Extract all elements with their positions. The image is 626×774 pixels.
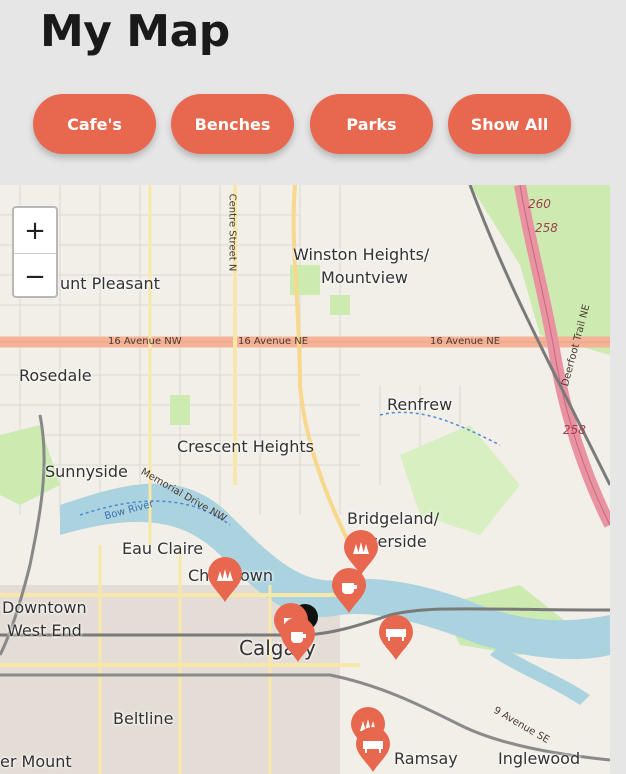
marker-bench[interactable] [377, 615, 415, 661]
parks-filter-button[interactable]: Parks [310, 94, 433, 154]
map-label: Downtown [2, 598, 87, 617]
road-label: 16 Avenue NE [238, 336, 309, 347]
zoom-control: + − [12, 206, 58, 298]
map-label: Rosedale [19, 366, 92, 385]
marker-cafe[interactable] [279, 617, 317, 663]
page-title: My Map [40, 6, 230, 57]
road-label: Centre Street N [226, 193, 238, 272]
map-label: er Mount [0, 752, 72, 771]
show-all-filter-button[interactable]: Show All [448, 94, 571, 154]
benches-filter-button[interactable]: Benches [171, 94, 294, 154]
zoom-in-button[interactable]: + [14, 208, 56, 254]
highway-label: 258 [563, 423, 586, 437]
map-label: Renfrew [387, 395, 453, 414]
map-view[interactable]: 16 Avenue NW 16 Avenue NE 16 Avenue NE C… [0, 185, 610, 774]
marker-bench[interactable] [354, 727, 392, 773]
map-label: Ramsay [394, 749, 458, 768]
road-label: 16 Avenue NW [108, 336, 182, 347]
map-label: Bridgeland/ [347, 509, 440, 528]
map-label: unt Pleasant [60, 274, 160, 293]
map-label: West End [7, 621, 82, 640]
marker-cafe[interactable] [330, 568, 368, 614]
highway-label: 260 [528, 197, 551, 211]
zoom-out-button[interactable]: − [14, 254, 56, 296]
cafes-filter-button[interactable]: Cafe's [33, 94, 156, 154]
map-label: Sunnyside [45, 462, 128, 481]
marker-park[interactable] [206, 557, 244, 603]
map-label: Beltline [113, 709, 174, 728]
map-label: Mountview [321, 268, 408, 287]
road-label: 16 Avenue NE [430, 336, 501, 347]
map-label: Winston Heights/ [293, 245, 430, 264]
map-label: Crescent Heights [177, 437, 314, 456]
map-label: Inglewood [498, 749, 581, 768]
map-label: Eau Claire [122, 539, 204, 558]
highway-label: 258 [535, 221, 558, 235]
